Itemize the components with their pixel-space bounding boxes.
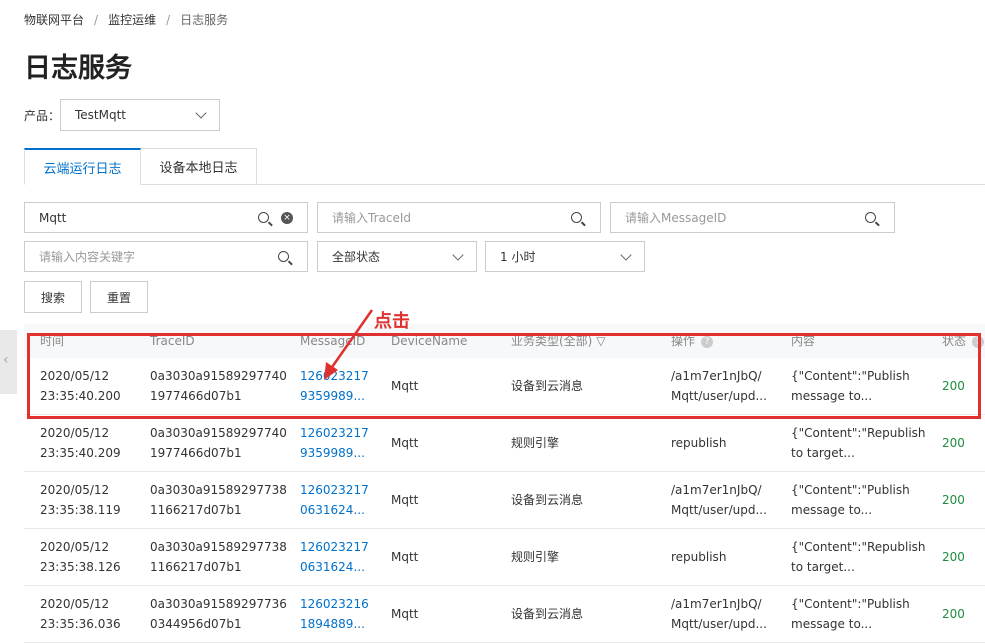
keyword-input[interactable]: 请输入内容关键字 [24, 241, 308, 272]
tab-device-local-log[interactable]: 设备本地日志 [140, 148, 257, 185]
search-icon[interactable] [258, 212, 269, 223]
keyword-placeholder: 请输入内容关键字 [39, 250, 136, 264]
cell-time: 2020/05/12 23:35:36.036 [40, 597, 121, 631]
breadcrumb: 物联网平台 / 监控运维 / 日志服务 [24, 13, 229, 27]
product-label: 产品： [24, 109, 61, 123]
breadcrumb-current: 日志服务 [180, 13, 229, 27]
chevron-down-icon [195, 107, 207, 119]
cell-device: Mqtt [391, 550, 419, 564]
chevron-left-icon: ‹ [3, 352, 9, 368]
product-select[interactable]: TestMqtt [60, 99, 220, 131]
search-icon[interactable] [571, 212, 582, 223]
chevron-down-icon [620, 248, 632, 261]
cell-msg[interactable]: 126023217 0631624... [300, 480, 369, 520]
status-select[interactable]: 全部状态 [317, 241, 477, 272]
cell-time: 2020/05/12 23:35:40.209 [40, 426, 121, 460]
cell-trace: 0a3030a91589297738 1166217d07b1 [150, 483, 287, 517]
table-row[interactable]: 2020/05/12 23:35:38.126 0a3030a91589297738… [24, 529, 985, 586]
cell-type: 设备到云消息 [511, 493, 584, 507]
tabs: 云端运行日志 设备本地日志 [24, 148, 257, 185]
highlight-box [27, 333, 981, 419]
device-input-value: Mqtt [39, 210, 67, 225]
cell-type: 规则引擎 [511, 550, 560, 564]
breadcrumb-item[interactable]: 监控运维 [108, 13, 156, 27]
cell-status: 200 [942, 607, 965, 621]
cell-content: {"Content":"Republish to target... [791, 540, 926, 574]
table-row[interactable]: 2020/05/12 23:35:36.036 0a3030a91589297736… [24, 586, 985, 643]
cell-trace: 0a3030a91589297738 1166217d07b1 [150, 540, 287, 574]
product-value: TestMqtt [75, 108, 127, 122]
cell-content: {"Content":"Republish to target... [791, 426, 926, 460]
cell-op: republish [671, 550, 727, 564]
cell-device: Mqtt [391, 607, 419, 621]
cell-trace: 0a3030a91589297736 0344956d07b1 [150, 597, 287, 631]
cell-device: Mqtt [391, 493, 419, 507]
breadcrumb-item[interactable]: 物联网平台 [24, 13, 84, 27]
annotation-label: 点击 [374, 311, 410, 332]
cell-status: 200 [942, 436, 965, 450]
clear-icon[interactable]: × [281, 211, 293, 224]
table-row[interactable]: 2020/05/12 23:35:38.119 0a3030a91589297738… [24, 472, 985, 529]
cell-time: 2020/05/12 23:35:38.126 [40, 540, 121, 574]
search-icon[interactable] [278, 251, 289, 262]
search-button[interactable]: 搜索 [24, 281, 82, 313]
cell-trace: 0a3030a91589297740 1977466d07b1 [150, 426, 287, 460]
cell-time: 2020/05/12 23:35:38.119 [40, 483, 121, 517]
messageid-input[interactable]: 请输入MessageID [610, 202, 895, 233]
traceid-placeholder: 请输入TraceId [332, 211, 411, 225]
cell-status: 200 [942, 493, 965, 507]
reset-button[interactable]: 重置 [90, 281, 148, 313]
time-range-select[interactable]: 1 小时 [485, 241, 645, 272]
cell-content: {"Content":"Publish message to... [791, 597, 910, 631]
sidebar-collapse-handle[interactable]: ‹ [0, 330, 17, 394]
traceid-input[interactable]: 请输入TraceId [317, 202, 601, 233]
device-search-input[interactable]: Mqtt × [24, 202, 308, 233]
cell-op: /a1m7er1nJbQ/Mqtt/user/upd... [671, 597, 767, 631]
status-value: 全部状态 [332, 250, 381, 264]
chevron-down-icon [452, 248, 464, 261]
page-title: 日志服务 [24, 53, 132, 84]
cell-op: /a1m7er1nJbQ/Mqtt/user/upd... [671, 483, 767, 517]
table-row[interactable]: 2020/05/12 23:35:40.209 0a3030a91589297740… [24, 415, 985, 472]
tab-cloud-log[interactable]: 云端运行日志 [24, 148, 141, 185]
cell-content: {"Content":"Publish message to... [791, 483, 910, 517]
cell-type: 设备到云消息 [511, 607, 584, 621]
messageid-placeholder: 请输入MessageID [625, 211, 727, 225]
cell-msg[interactable]: 126023217 0631624... [300, 537, 369, 577]
cell-msg[interactable]: 126023217 9359989... [300, 423, 369, 463]
time-range-value: 1 小时 [500, 250, 536, 264]
search-icon[interactable] [865, 212, 876, 223]
cell-msg[interactable]: 126023216 1894889... [300, 594, 369, 634]
cell-device: Mqtt [391, 436, 419, 450]
cell-op: republish [671, 436, 727, 450]
cell-type: 规则引擎 [511, 436, 560, 450]
cell-status: 200 [942, 550, 965, 564]
